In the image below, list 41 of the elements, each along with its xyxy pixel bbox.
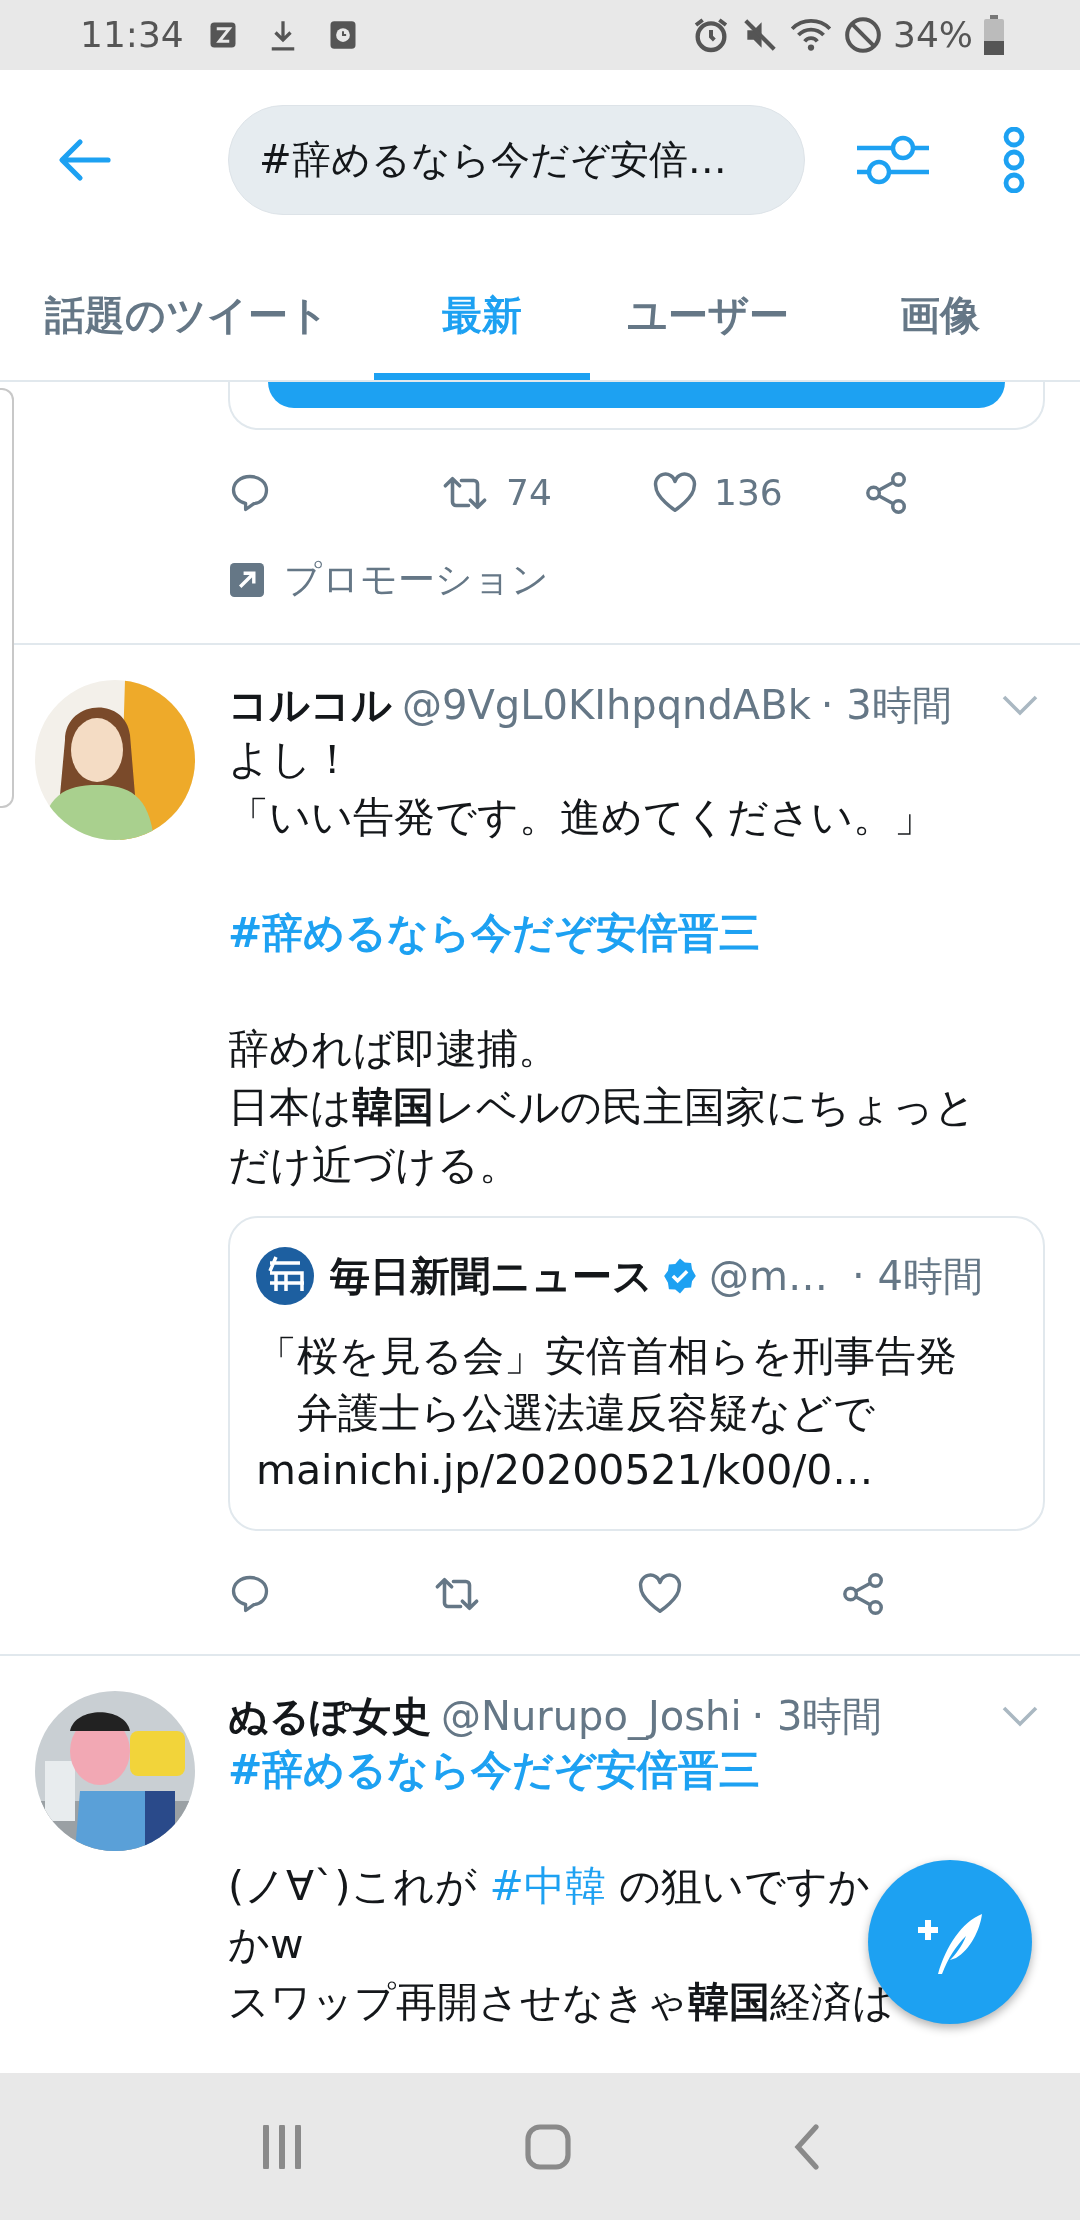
- user-name: コルコル: [228, 681, 392, 730]
- more-button[interactable]: [1001, 127, 1027, 193]
- heart-icon[interactable]: [636, 1572, 683, 1616]
- tab[interactable]: 話題のツイート: [0, 250, 374, 380]
- tweet-time: · 3時間: [751, 1692, 883, 1741]
- tweet-text: 辞めれば即逮捕。 日本は韓国レベルの民主国家にちょっと だけ近づける。: [228, 1024, 976, 1191]
- quote-card[interactable]: 毎日新聞ニュース @m… · 4時間 「桜を見る会」安倍首相らを刑事告発 弁護士ら公選法違反容疑などで mainichi.jp/20200521/k00/0…: [228, 1216, 1045, 1531]
- hashtag-link[interactable]: #中韓: [489, 1862, 606, 1910]
- back-nav-button[interactable]: [792, 2122, 820, 2171]
- recent-apps-button[interactable]: [260, 2124, 304, 2169]
- quote-author-name: 毎日新聞ニュース: [330, 1252, 653, 1301]
- promoted-label: プロモーション: [284, 557, 549, 604]
- clock-time: 11:34: [80, 13, 184, 57]
- battery-icon: [983, 15, 1005, 55]
- chevron-button[interactable]: [1000, 693, 1040, 717]
- tweet-text: よし！ 「いい告発です。進めてください。」: [228, 734, 935, 843]
- user-handle: @Nurupo_Joshi: [441, 1692, 742, 1742]
- edge-handle[interactable]: [0, 388, 14, 808]
- block-icon: [843, 15, 883, 55]
- quote-handle: @m…: [709, 1252, 828, 1301]
- user-name: ぬるぽ女史: [228, 1692, 431, 1741]
- search-field[interactable]: #辞めるなら今だぞ安倍…: [228, 105, 805, 215]
- hashtag-link[interactable]: #辞めるなら今だぞ安倍晋三: [228, 1741, 761, 1799]
- hashtag-link[interactable]: #辞めるなら今だぞ安倍晋三: [228, 904, 761, 962]
- wifi-icon: [789, 16, 833, 54]
- logo-icon: [256, 1247, 314, 1305]
- quote-text: 「桜を見る会」安倍首相らを刑事告発 弁護士ら公選法違反容疑などで mainichi.jp/20200521/k00/0…: [256, 1331, 958, 1496]
- tweet-time: · 3時間: [820, 681, 952, 730]
- promoted-icon: [230, 563, 264, 597]
- filter-button[interactable]: [855, 134, 929, 186]
- home-button[interactable]: [524, 2122, 572, 2171]
- user-handle: @9VgL0KIhpqndABk: [402, 681, 811, 730]
- retweet-count: 74: [506, 471, 552, 515]
- quote-time: · 4時間: [851, 1252, 983, 1301]
- tab[interactable]: ユーザー: [590, 250, 826, 380]
- like-count: 136: [714, 471, 783, 515]
- chevron-button[interactable]: [1000, 1704, 1040, 1728]
- heart-icon[interactable]: [652, 471, 698, 515]
- back-button[interactable]: [58, 138, 112, 182]
- tab[interactable]: 画像: [826, 250, 1054, 380]
- battery-percent: 34%: [893, 13, 973, 57]
